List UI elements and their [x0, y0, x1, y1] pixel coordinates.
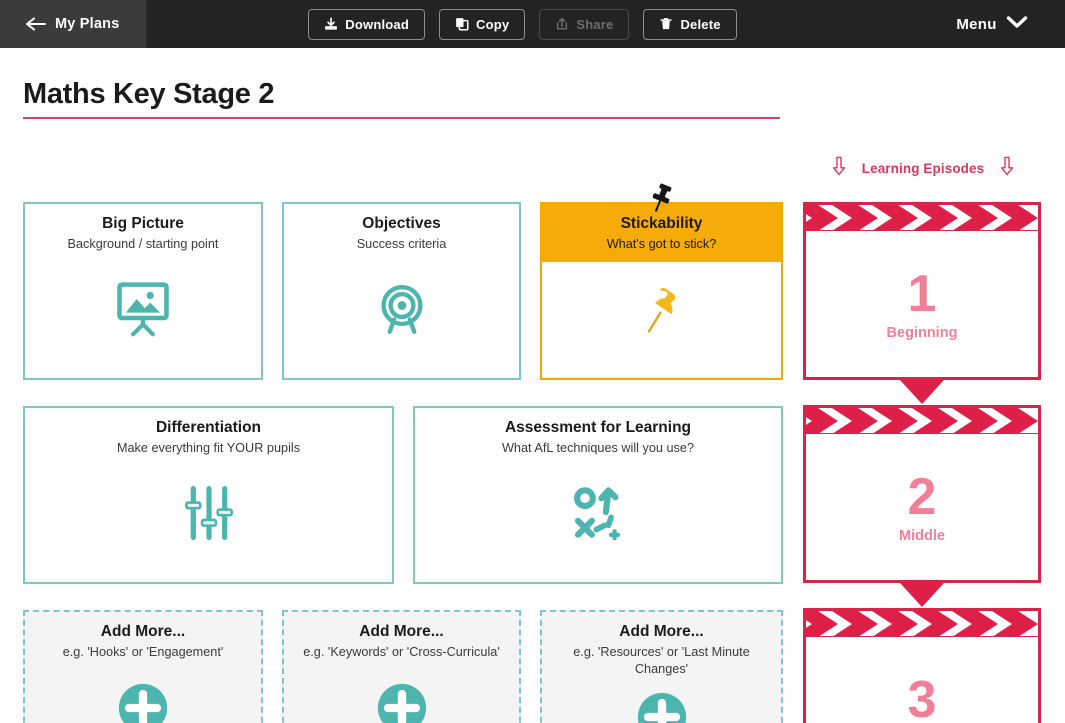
toolbar-actions: Download Copy Share Delete — [146, 0, 919, 48]
card-header: Add More... e.g. 'Hooks' or 'Engagement' — [25, 612, 261, 661]
card-assessment-for-learning[interactable]: Assessment for Learning What AfL techniq… — [413, 406, 783, 584]
episode-connector-2 — [803, 583, 1041, 608]
card-subtitle: Make everything fit YOUR pupils — [116, 441, 301, 455]
card-title: Assessment for Learning — [504, 419, 692, 436]
learning-episodes-rail: 1 Beginning 2 Middle 3 — [803, 202, 1043, 723]
card-subtitle: e.g. 'Keywords' or 'Cross-Curricula' — [303, 645, 500, 659]
learning-episode-1[interactable]: 1 Beginning — [803, 202, 1041, 380]
card-add-more-2[interactable]: Add More... e.g. 'Keywords' or 'Cross-Cu… — [282, 610, 521, 723]
delete-label: Delete — [680, 16, 721, 32]
download-icon — [324, 17, 338, 31]
clapperboard-stripe — [806, 408, 1038, 434]
learning-episode-2[interactable]: 2 Middle — [803, 405, 1041, 583]
learning-episode-3[interactable]: 3 End — [803, 608, 1041, 723]
card-add-more-3[interactable]: Add More... e.g. 'Resources' or 'Last Mi… — [540, 610, 783, 723]
card-header: Add More... e.g. 'Keywords' or 'Cross-Cu… — [284, 612, 519, 661]
back-label: My Plans — [55, 16, 120, 32]
card-header: Assessment for Learning What AfL techniq… — [415, 408, 781, 457]
card-row-1: Big Picture Background / starting point … — [23, 183, 783, 380]
card-big-picture[interactable]: Big Picture Background / starting point — [23, 202, 263, 380]
episode-label: Middle — [899, 527, 945, 544]
pushpin-black-icon — [645, 183, 679, 212]
share-icon — [555, 17, 569, 31]
card-header: Objectives Success criteria — [284, 204, 519, 253]
card-title: Stickability — [620, 215, 703, 232]
plan-card-grid: Big Picture Background / starting point … — [23, 183, 783, 723]
card-header: Add More... e.g. 'Resources' or 'Last Mi… — [542, 612, 781, 678]
top-toolbar: My Plans Download Copy Share Delete Menu — [0, 0, 1065, 48]
card-add-more-1[interactable]: Add More... e.g. 'Hooks' or 'Engagement' — [23, 610, 263, 723]
sliders-icon — [25, 457, 392, 582]
download-label: Download — [345, 16, 410, 32]
plan-page: Maths Key Stage 2 Learning Episodes Big … — [0, 48, 1065, 723]
episode-connector-1 — [803, 380, 1041, 405]
title-underline — [23, 117, 780, 119]
delete-button[interactable]: Delete — [643, 8, 737, 40]
card-objectives[interactable]: Objectives Success criteria — [282, 202, 521, 380]
share-button[interactable]: Share — [539, 8, 630, 40]
card-row-3: Add More... e.g. 'Hooks' or 'Engagement'… — [23, 610, 783, 723]
learning-episodes-label: Learning Episodes — [861, 161, 985, 176]
copy-icon — [455, 17, 469, 31]
episode-number: 3 — [907, 670, 937, 723]
card-title: Objectives — [362, 215, 441, 232]
card-subtitle: What's got to stick? — [606, 237, 717, 251]
clapperboard-stripe — [806, 205, 1038, 231]
episode-number: 1 — [907, 264, 937, 323]
card-title: Add More... — [619, 623, 704, 640]
episode-label: Beginning — [886, 324, 958, 341]
card-title: Add More... — [359, 623, 444, 640]
tactics-icon — [415, 457, 781, 582]
trash-icon — [659, 17, 673, 31]
card-row-2: Differentiation Make everything fit YOUR… — [23, 406, 783, 584]
card-title: Big Picture — [102, 215, 184, 232]
menu-label: Menu — [956, 15, 997, 33]
episode-body: 2 Middle — [806, 434, 1038, 579]
card-subtitle: What AfL techniques will you use? — [501, 441, 695, 455]
arrow-left-icon — [26, 17, 46, 31]
plus-circle-icon[interactable] — [25, 661, 261, 723]
pushpin-icon — [542, 262, 781, 378]
download-button[interactable]: Download — [308, 8, 426, 40]
plus-circle-icon[interactable] — [542, 678, 781, 723]
card-stickability[interactable]: Stickability What's got to stick? — [540, 183, 783, 380]
card-header: Differentiation Make everything fit YOUR… — [25, 408, 392, 457]
page-title: Maths Key Stage 2 — [23, 78, 275, 110]
arrow-down-outline-icon-right — [1000, 156, 1014, 181]
easel-picture-icon — [25, 253, 261, 378]
episode-body: 1 Beginning — [806, 231, 1038, 376]
card-title: Differentiation — [155, 419, 262, 436]
clapperboard-stripe — [806, 611, 1038, 637]
copy-label: Copy — [476, 16, 510, 32]
card-subtitle: Success criteria — [356, 237, 447, 251]
card-subtitle: e.g. 'Hooks' or 'Engagement' — [62, 645, 224, 659]
card-subtitle: e.g. 'Resources' or 'Last Minute Changes… — [573, 645, 750, 676]
share-label: Share — [576, 16, 614, 32]
learning-episodes-heading: Learning Episodes — [803, 156, 1043, 181]
episode-body: 3 End — [806, 637, 1038, 723]
menu-button[interactable]: Menu — [919, 0, 1065, 48]
chevron-down-icon — [1006, 15, 1028, 34]
target-icon — [284, 253, 519, 378]
card-header: Big Picture Background / starting point — [25, 204, 261, 253]
page-title-block: Maths Key Stage 2 — [23, 77, 783, 119]
card-title: Add More... — [100, 623, 186, 640]
card-subtitle: Background / starting point — [67, 237, 219, 251]
card-differentiation[interactable]: Differentiation Make everything fit YOUR… — [23, 406, 394, 584]
arrow-down-outline-icon-left — [832, 156, 846, 181]
plus-circle-icon[interactable] — [284, 661, 519, 723]
back-to-my-plans-button[interactable]: My Plans — [0, 0, 146, 48]
copy-button[interactable]: Copy — [439, 8, 526, 40]
episode-number: 2 — [907, 467, 937, 526]
